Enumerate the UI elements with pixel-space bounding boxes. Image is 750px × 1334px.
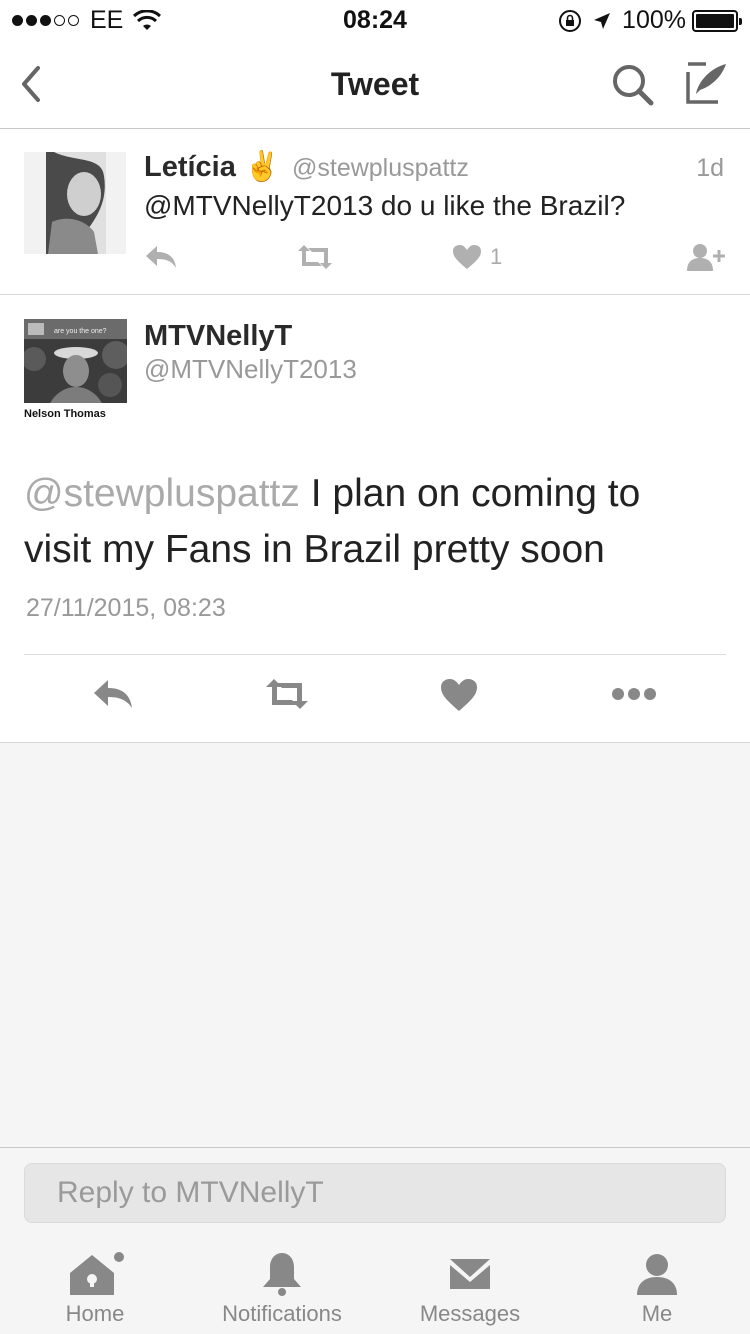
like-button[interactable]: 1	[452, 242, 502, 272]
reply-button[interactable]	[144, 242, 178, 272]
navigation-bar: Tweet	[0, 40, 750, 129]
author-handle[interactable]: @stewpluspattz	[292, 154, 469, 183]
heart-icon	[441, 679, 477, 711]
empty-replies-area	[0, 743, 750, 1147]
follow-user-icon	[687, 244, 725, 271]
like-button[interactable]	[440, 678, 484, 714]
victory-hand-emoji: ✌️	[243, 151, 281, 183]
tab-bar: Home Notifications Messages Me	[0, 1239, 750, 1334]
reply-icon	[146, 246, 176, 268]
retweet-icon	[298, 245, 332, 269]
tweet-text: @stewpluspattz I plan on coming to visit…	[24, 466, 714, 578]
tab-me[interactable]: Me	[612, 1239, 702, 1334]
avatar-caption-text: Nelson Thomas	[24, 408, 106, 420]
envelope-icon	[450, 1259, 490, 1289]
rotation-lock-icon	[559, 9, 582, 32]
author-name[interactable]: Letícia ✌️	[144, 150, 280, 184]
retweet-button[interactable]	[264, 678, 308, 714]
compose-tweet-icon[interactable]	[684, 60, 730, 106]
follow-button[interactable]	[686, 242, 726, 272]
author-handle[interactable]: @MTVNellyT2013	[144, 354, 357, 385]
focused-tweet: are you the one? Nelson Thomas MTVNellyT…	[0, 296, 750, 743]
tab-label: Home	[65, 1301, 125, 1326]
reply-composer: Reply to MTVNellyT	[0, 1147, 750, 1239]
retweet-button[interactable]	[296, 242, 334, 272]
tab-notifications[interactable]: Notifications	[206, 1239, 358, 1334]
reply-input[interactable]: Reply to MTVNellyT	[24, 1163, 726, 1223]
like-count: 1	[490, 244, 503, 269]
tab-label: Messages	[419, 1301, 521, 1326]
status-bar: EE 08:24 100%	[0, 0, 750, 40]
search-icon[interactable]	[610, 62, 656, 108]
author-name[interactable]: MTVNellyT	[144, 320, 292, 353]
battery-icon	[692, 9, 742, 32]
avatar-banner-text: are you the one?	[54, 328, 107, 335]
bell-icon	[263, 1253, 301, 1296]
person-icon	[637, 1254, 677, 1295]
retweet-icon	[266, 679, 308, 709]
divider	[24, 654, 726, 655]
location-arrow-icon	[594, 12, 611, 29]
tweet-timestamp: 27/11/2015, 08:23	[26, 594, 226, 622]
reply-button[interactable]	[92, 678, 136, 714]
in-reply-to-tweet[interactable]: Letícia ✌️ @stewpluspattz 1d @MTVNellyT2…	[0, 130, 750, 295]
status-right: 100%	[558, 6, 742, 35]
mention-link[interactable]: @stewpluspattz	[24, 472, 300, 515]
tab-messages[interactable]: Messages	[404, 1239, 536, 1334]
tab-label: Me	[641, 1301, 673, 1326]
home-icon	[70, 1252, 124, 1295]
avatar-leticia[interactable]	[24, 152, 126, 254]
tweet-text: @MTVNellyT2013 do u like the Brazil?	[144, 190, 626, 221]
tab-label: Notifications	[222, 1301, 342, 1326]
tweet-age: 1d	[696, 154, 724, 182]
more-dots-icon	[612, 688, 656, 700]
heart-icon	[453, 245, 481, 269]
reply-icon	[94, 680, 132, 708]
avatar-mtvnellyt[interactable]: are you the one? Nelson Thomas	[24, 319, 127, 422]
battery-percent: 100%	[622, 6, 686, 34]
more-options-button[interactable]	[610, 678, 660, 714]
tab-home[interactable]: Home	[40, 1239, 150, 1334]
